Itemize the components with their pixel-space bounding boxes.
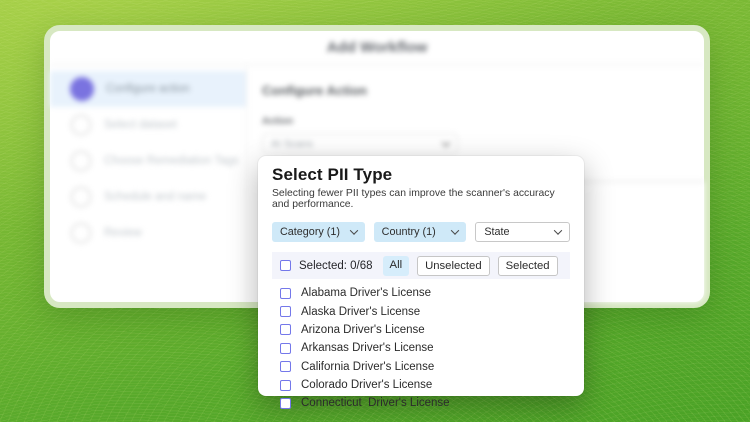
pii-type-checkbox[interactable] — [280, 380, 291, 391]
selected-count-label: Selected: 0/68 — [299, 260, 373, 272]
sidebar-step-item[interactable]: Schedule and name — [50, 179, 246, 215]
pii-type-list: Alabama Driver's License Alaska Driver's… — [272, 284, 570, 413]
select-all-checkbox[interactable] — [280, 260, 291, 271]
sidebar-step-label: Select dataset — [104, 119, 177, 131]
select-pii-type-modal: Select PII Type Selecting fewer PII type… — [258, 156, 584, 396]
filter-chip[interactable]: Unselected — [417, 256, 490, 276]
pii-type-label: Connecticut Driver's License — [301, 397, 450, 409]
pii-type-label: Colorado Driver's License — [301, 379, 432, 391]
filter-dropdown-label: Country (1) — [382, 226, 436, 238]
filter-dropdowns-row: Category (1) Country (1) State — [272, 222, 570, 242]
filter-chips: All Unselected Selected — [383, 256, 558, 276]
window-title: Add Workflow — [327, 39, 428, 56]
pii-type-checkbox[interactable] — [280, 324, 291, 335]
sidebar-step-item[interactable]: Select dataset — [50, 107, 246, 143]
chevron-down-icon — [442, 138, 450, 146]
page-background: { "background_window": { "title": "Add W… — [0, 0, 750, 422]
pane-heading: Configure Action — [262, 83, 704, 98]
pii-type-checkbox[interactable] — [280, 398, 291, 409]
chevron-down-icon — [554, 226, 562, 234]
action-select-value: AI Scans — [271, 138, 313, 150]
step-circle-icon — [70, 222, 92, 244]
sidebar-step-label: Choose Remediation Tags — [104, 155, 239, 167]
filter-chip-label: Unselected — [425, 260, 482, 272]
pii-type-row[interactable]: Arizona Driver's License — [272, 321, 570, 339]
modal-subtitle: Selecting fewer PII types can improve th… — [272, 188, 570, 210]
chevron-down-icon — [349, 226, 357, 234]
filter-dropdown[interactable]: State — [475, 222, 570, 242]
pii-type-row[interactable]: Connecticut Driver's License — [272, 394, 570, 412]
pii-type-label: Arizona Driver's License — [301, 324, 425, 336]
action-field-label: Action — [262, 116, 704, 127]
pii-type-label: California Driver's License — [301, 361, 434, 373]
pii-type-label: Alabama Driver's License — [301, 287, 431, 299]
filter-dropdown[interactable]: Country (1) — [374, 222, 467, 242]
pii-type-checkbox[interactable] — [280, 306, 291, 317]
step-circle-icon — [70, 186, 92, 208]
pii-type-checkbox[interactable] — [280, 343, 291, 354]
filter-dropdown[interactable]: Category (1) — [272, 222, 365, 242]
modal-title: Select PII Type — [272, 165, 570, 185]
selection-filter-bar: Selected: 0/68 All Unselected Selected — [272, 252, 570, 279]
sidebar-step-item[interactable]: Choose Remediation Tags — [50, 143, 246, 179]
chevron-down-icon — [451, 226, 459, 234]
pii-type-row[interactable]: Colorado Driver's License — [272, 376, 570, 394]
sidebar-step-label: Review — [104, 227, 142, 239]
sidebar-step-item[interactable]: Review — [50, 215, 246, 251]
step-circle-icon — [70, 114, 92, 136]
pii-type-row[interactable]: California Driver's License — [272, 358, 570, 376]
pii-type-label: Alaska Driver's License — [301, 306, 420, 318]
step-circle-icon — [70, 77, 94, 101]
filter-dropdown-label: State — [484, 226, 509, 238]
pii-type-row[interactable]: Arkansas Driver's License — [272, 339, 570, 357]
filter-chip[interactable]: All — [383, 256, 410, 276]
sidebar-step-label: Schedule and name — [104, 191, 206, 203]
sidebar-step-label: Configure action — [106, 83, 190, 95]
action-select[interactable]: AI Scans — [262, 133, 458, 154]
sidebar-step-item[interactable]: Configure action — [50, 71, 246, 107]
filter-chip[interactable]: Selected — [498, 256, 558, 276]
pii-type-label: Arkansas Driver's License — [301, 342, 434, 354]
pii-type-checkbox[interactable] — [280, 288, 291, 299]
pii-type-row[interactable]: Alaska Driver's License — [272, 302, 570, 320]
filter-chip-label: Selected — [506, 260, 550, 272]
step-circle-icon — [70, 150, 92, 172]
workflow-steps-sidebar: Configure action Select dataset Choose R… — [50, 65, 247, 302]
window-header: Add Workflow — [50, 31, 704, 65]
filter-dropdown-label: Category (1) — [280, 226, 340, 238]
filter-chip-label: All — [390, 259, 403, 271]
pii-type-row[interactable]: Alabama Driver's License — [272, 284, 570, 302]
pii-type-checkbox[interactable] — [280, 361, 291, 372]
